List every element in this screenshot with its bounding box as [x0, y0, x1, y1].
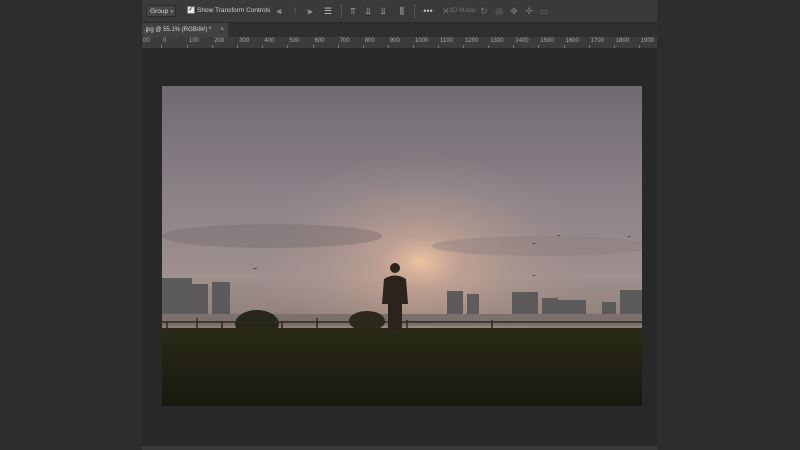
ruler-tick-label: 1000	[414, 38, 429, 44]
3d-roll-icon[interactable]: ◎	[493, 5, 505, 17]
ruler-tick-label: 0	[163, 38, 167, 44]
toolbar-separator	[341, 4, 342, 18]
close-icon[interactable]: ×	[220, 23, 224, 37]
document-tab-title: .jpg @ 55.1% (RGB/8#) *	[144, 27, 212, 33]
align-right-icon[interactable]: ⫸	[304, 5, 316, 17]
distribute-v-icon[interactable]: ⫼	[396, 5, 408, 17]
align-left-icon[interactable]: ⫷	[273, 5, 285, 17]
ruler-tick-label: 1100	[440, 38, 453, 44]
document-tab-bar: .jpg @ 55.1% (RGB/8#) * ×	[142, 23, 657, 37]
align-bottom-icon[interactable]: ⫫	[377, 5, 389, 17]
auto-select-dropdown[interactable]: Group ▾	[146, 5, 176, 17]
auto-select-value: Group	[150, 8, 169, 15]
ruler-tick-label: 900	[389, 38, 400, 44]
3d-scale-icon[interactable]: ▭	[538, 5, 550, 17]
ruler-tick-label: 1800	[615, 38, 630, 44]
sunset-photo[interactable]	[162, 86, 642, 406]
ruler-tick-label: 1700	[590, 38, 604, 44]
document-tab[interactable]: .jpg @ 55.1% (RGB/8#) * ×	[142, 23, 228, 37]
photo-image	[162, 86, 642, 406]
3d-pan-icon[interactable]: ✥	[508, 5, 520, 17]
show-transform-controls-checkbox[interactable]: ✓	[187, 6, 195, 14]
ruler-tick-label: 1300	[490, 38, 504, 44]
ruler-tick-label: 1900	[640, 38, 655, 44]
ruler-tick-label: 800	[364, 38, 375, 44]
3d-mode-icon: ✕	[442, 6, 450, 16]
ruler-tick-label: 300	[239, 38, 250, 44]
show-transform-controls-label: Show Transform Controls	[197, 7, 271, 14]
ruler-tick-label: 700	[339, 38, 350, 44]
left-dark-panel	[0, 0, 142, 450]
align-center-h-icon[interactable]: ⫶	[289, 5, 301, 17]
photoshop-window: Group ▾ ✓ Show Transform Controls ⫷ ⫶ ⫸ …	[0, 0, 800, 450]
ruler-tick-label: 1400	[515, 38, 529, 44]
3d-rotate-icon[interactable]: ↻	[478, 5, 490, 17]
ruler-tick-label: 200	[214, 38, 225, 44]
ruler-tick-label: 1500	[540, 38, 554, 44]
ruler-tick-label: 1200	[465, 38, 479, 44]
ruler-tick-label: 100	[189, 38, 200, 44]
ruler-tick-label: 500	[289, 38, 300, 44]
right-dark-panel	[657, 0, 800, 450]
align-top-icon[interactable]: ⫪	[347, 5, 359, 17]
toolbar-separator	[414, 4, 415, 18]
ruler-tick-label: 600	[314, 38, 325, 44]
ruler-tick-label: 1600	[565, 38, 579, 44]
horizontal-scrollbar[interactable]	[142, 446, 657, 450]
3d-slide-icon[interactable]: ✣	[523, 5, 535, 17]
ruler-tick-label: 400	[264, 38, 275, 44]
more-options-icon[interactable]: •••	[421, 5, 435, 17]
chevron-down-icon: ▾	[170, 9, 173, 15]
distribute-h-icon[interactable]: ☰	[322, 5, 334, 17]
3d-mode-label: 3D Mode:	[449, 7, 478, 14]
align-middle-v-icon[interactable]: ⫫	[362, 5, 374, 17]
ruler-tick-label: 00	[143, 38, 150, 44]
options-bar: Group ▾ ✓ Show Transform Controls ⫷ ⫶ ⫸ …	[142, 0, 657, 23]
